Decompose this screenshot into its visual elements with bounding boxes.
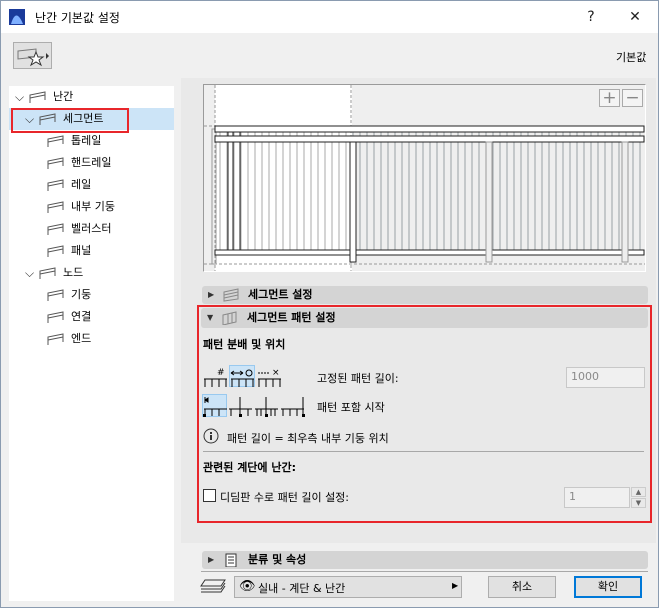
tread-count-checkbox[interactable]: [203, 489, 216, 502]
expand-arrow-icon: ▶: [208, 290, 215, 299]
fixed-length-icon: [230, 369, 254, 387]
baluster-icon: [47, 223, 64, 235]
tree-item-label: 레일: [71, 178, 92, 191]
tread-count-input[interactable]: 1: [564, 487, 630, 508]
free-length-icon: ×: [258, 368, 281, 387]
dropdown-arrow-icon: ▶: [452, 581, 459, 590]
section-pattern-settings[interactable]: ▼ 세그먼트 패턴 설정: [201, 308, 648, 328]
selection-highlight-box: [11, 108, 129, 133]
section-segment-settings[interactable]: ▶ 세그먼트 설정: [202, 286, 648, 304]
rail-icon: [47, 179, 64, 191]
end-icon: [47, 333, 64, 345]
node-icon: [39, 267, 56, 279]
distribution-heading: 패턴 분배 및 위치: [203, 338, 286, 351]
zoom-out-button[interactable]: −: [622, 89, 643, 107]
spinner-up-button[interactable]: ▲: [631, 487, 646, 497]
connection-icon: [47, 311, 64, 323]
tree-item-label: 톱레일: [71, 134, 102, 147]
pattern-icon: [222, 311, 237, 325]
count-pattern-icon: #: [204, 368, 227, 387]
layer-value: 실내 - 계단 & 난간: [258, 582, 346, 595]
railing-icon: [29, 91, 46, 103]
start-right-icon: [281, 397, 305, 417]
tree-item[interactable]: 엔드: [9, 328, 174, 350]
panel-icon: [47, 245, 64, 257]
start-left-icon: [203, 397, 227, 417]
segment-icon: [223, 288, 239, 302]
start-right-option[interactable]: [280, 395, 306, 417]
eye-icon: 👁: [239, 579, 256, 594]
distribution-fixed-option[interactable]: [229, 365, 255, 387]
handrail-icon: [47, 157, 64, 169]
section-classification[interactable]: ▶ 분류 및 속성: [202, 551, 648, 569]
tree-item-label: 핸드레일: [71, 156, 112, 169]
expand-arrow-icon: ▶: [208, 555, 215, 564]
defaults-label: 기본값: [616, 51, 647, 64]
tree-item-label: 연결: [71, 310, 92, 323]
spinner-down-button[interactable]: ▼: [631, 498, 646, 508]
stair-heading: 관련된 계단에 난간:: [203, 461, 297, 474]
layer-dropdown[interactable]: 👁 실내 - 계단 & 난간 ▶: [234, 576, 462, 598]
settings-tree: ⌵ 난간 ⌵ 세그먼트 톱레일 핸드레일 레일 내부 기둥 벨러스터 패널 ⌵ 노드 기둥 연결 엔드: [9, 86, 174, 601]
railing-preview[interactable]: + −: [203, 84, 646, 272]
inner-post-icon: [47, 201, 64, 213]
fixed-length-label: 고정된 패턴 길이:: [317, 372, 399, 385]
zoom-in-button[interactable]: +: [599, 89, 620, 107]
divider: [201, 571, 648, 572]
tree-item[interactable]: 기둥: [9, 284, 174, 306]
tree-item[interactable]: 연결: [9, 306, 174, 328]
close-button[interactable]: ✕: [615, 5, 655, 29]
expand-chevron-icon[interactable]: ⌵: [15, 86, 24, 108]
section-title: 분류 및 속성: [248, 553, 307, 566]
divider: [203, 451, 644, 452]
tree-item-label: 기둥: [71, 288, 92, 301]
tree-item-label: 노드: [63, 266, 84, 279]
document-icon: [225, 553, 237, 567]
tree-item[interactable]: 패널: [9, 240, 174, 262]
start-center-post-icon: [255, 397, 278, 417]
start-center-icon: [229, 397, 252, 417]
cancel-button[interactable]: 취소: [488, 576, 556, 598]
info-icon: [203, 428, 219, 444]
start-center-option[interactable]: [228, 395, 254, 417]
start-left-option[interactable]: [202, 394, 227, 417]
tree-item[interactable]: ⌵ 노드: [9, 262, 174, 284]
expand-chevron-icon[interactable]: ⌵: [25, 262, 34, 284]
favorites-star-icon: [17, 48, 49, 67]
pattern-info-text: 패턴 길이 = 최우측 내부 기둥 위치: [227, 432, 389, 445]
tree-item[interactable]: 레일: [9, 174, 174, 196]
tree-item-label: 벨러스터: [71, 222, 112, 235]
distribution-free-option[interactable]: ×: [257, 366, 283, 388]
post-icon: [47, 289, 64, 301]
title-bar: 난간 기본값 설정 ? ✕: [1, 1, 658, 33]
collapse-arrow-icon: ▼: [207, 313, 214, 322]
fixed-length-input[interactable]: 1000: [566, 367, 645, 388]
svg-text:×: ×: [272, 368, 280, 378]
tree-item[interactable]: 톱레일: [9, 130, 174, 152]
ok-button[interactable]: 확인: [574, 576, 642, 598]
railing-drawing: [204, 85, 645, 271]
app-logo-icon: [9, 9, 25, 25]
tread-count-label: 디딤판 수로 패턴 길이 설정:: [220, 491, 350, 504]
toprail-icon: [47, 135, 64, 147]
tree-item[interactable]: 핸드레일: [9, 152, 174, 174]
svg-text:#: #: [217, 368, 225, 378]
section-title: 세그먼트 설정: [248, 288, 313, 301]
window-title: 난간 기본값 설정: [35, 11, 120, 25]
tree-item[interactable]: 벨러스터: [9, 218, 174, 240]
section-title: 세그먼트 패턴 설정: [247, 311, 336, 324]
tree-item[interactable]: ⌵ 난간: [9, 86, 174, 108]
layer-icon: [200, 579, 226, 593]
tree-item-label: 패널: [71, 244, 92, 257]
tree-item-label: 난간: [53, 90, 74, 103]
tree-item[interactable]: 내부 기둥: [9, 196, 174, 218]
start-center-post-option[interactable]: [254, 395, 280, 417]
pattern-start-label: 패턴 포함 시작: [317, 401, 385, 414]
tree-item-label: 내부 기둥: [71, 200, 115, 213]
distribution-count-option[interactable]: #: [203, 366, 229, 388]
favorites-button[interactable]: [13, 42, 52, 69]
tree-item-label: 엔드: [71, 332, 92, 345]
dialog-window: 난간 기본값 설정 ? ✕ 기본값 ⌵ 난간 ⌵ 세그먼트 톱레일 핸드레일 레일 내부 기둥…: [0, 0, 659, 608]
help-button[interactable]: ?: [571, 5, 611, 29]
